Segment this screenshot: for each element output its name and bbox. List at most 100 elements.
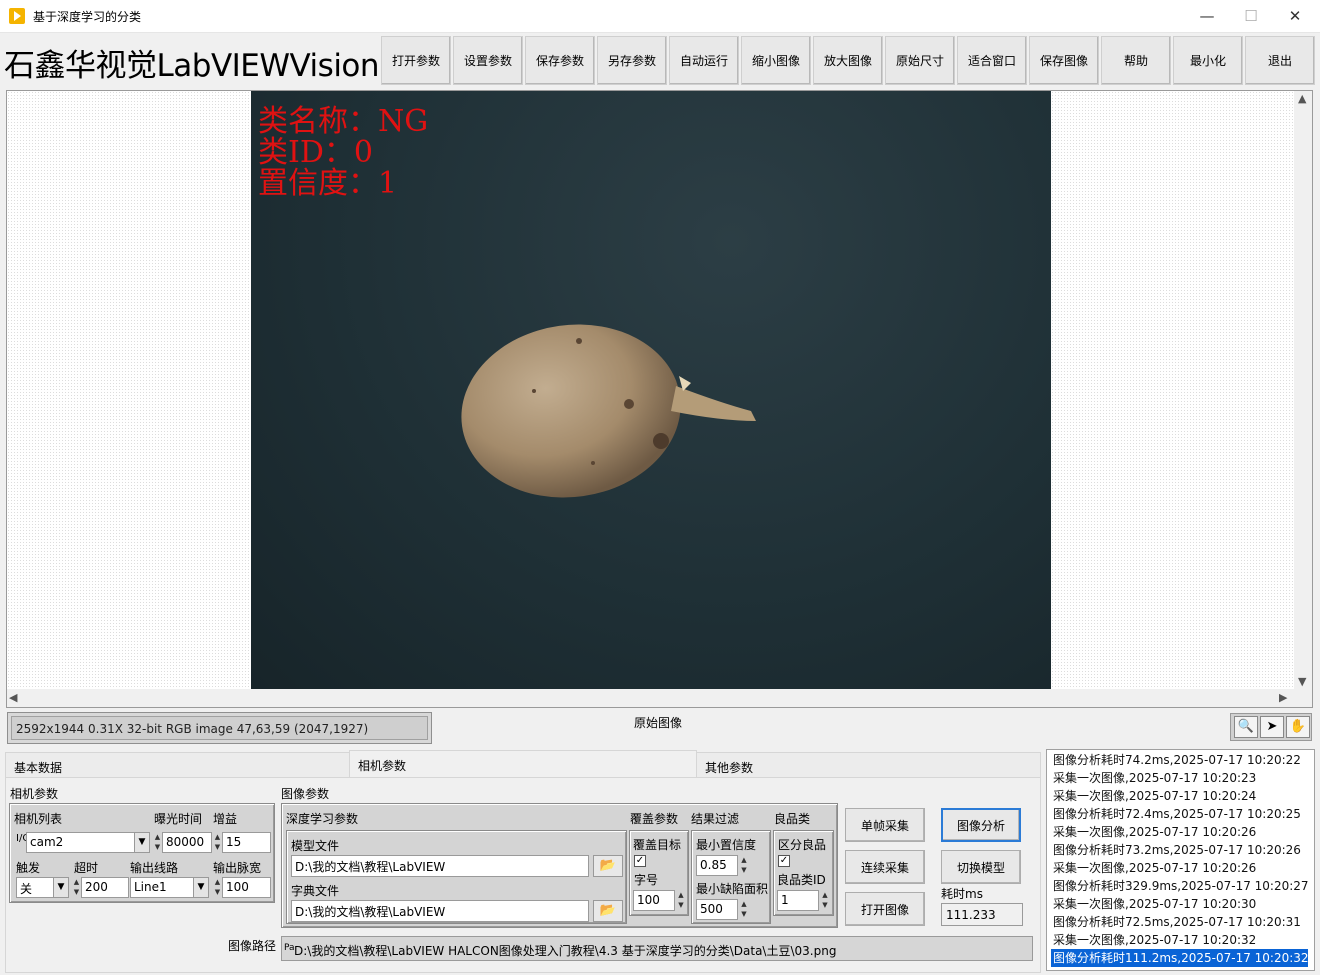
open-image-button[interactable]: 打开图像 (845, 892, 925, 926)
browse-dict-icon[interactable]: 📂 (593, 900, 623, 922)
dict-file-label: 字典文件 (291, 884, 340, 898)
maximize-window-button[interactable]: ☐ (1228, 0, 1274, 33)
scroll-up-icon[interactable]: ▲ (1298, 92, 1306, 105)
log-line[interactable]: 采集一次图像,2025-07-17 10:20:23 (1053, 769, 1308, 787)
exposure-spinner-icon[interactable]: ▲ ▼ (154, 832, 161, 853)
min-defect-area-input[interactable]: 500 (696, 899, 738, 920)
overlay-target-label: 覆盖目标 (633, 838, 682, 852)
log-line[interactable]: 图像分析耗时74.2ms,2025-07-17 10:20:22 (1053, 751, 1308, 769)
good-class-id-input[interactable]: 1 (777, 890, 819, 911)
open-params-button[interactable]: 打开参数 (381, 36, 451, 85)
trigger-select[interactable]: 关 (16, 877, 54, 898)
browse-model-icon[interactable]: 📂 (593, 855, 623, 877)
log-line[interactable]: 图像分析耗时329.9ms,2025-07-17 10:20:27 (1053, 877, 1309, 895)
exit-button[interactable]: 退出 (1245, 36, 1315, 85)
analyze-image-button[interactable]: 图像分析 (941, 808, 1021, 842)
camera-list-select[interactable]: cam2 (26, 832, 136, 853)
font-size-label: 字号 (634, 873, 659, 887)
minimize-button[interactable]: 最小化 (1173, 36, 1243, 85)
log-line[interactable]: 采集一次图像,2025-07-17 10:20:26 (1053, 859, 1308, 877)
pointer-tool-icon[interactable]: ➤ (1260, 716, 1284, 738)
log-listbox[interactable]: 图像分析耗时74.2ms,2025-07-17 10:20:22 采集一次图像,… (1046, 749, 1315, 971)
log-line[interactable]: 图像分析耗时73.2ms,2025-07-17 10:20:26 (1053, 841, 1308, 859)
fit-window-button[interactable]: 适合窗口 (957, 36, 1027, 85)
min-confidence-spinner-icon[interactable]: ▲ ▼ (739, 855, 749, 876)
log-line-selected[interactable]: 图像分析耗时111.2ms,2025-07-17 10:20:32 (1051, 949, 1309, 967)
zoom-in-button[interactable]: 放大图像 (813, 36, 883, 85)
image-info-text: 2592x1944 0.31X 32-bit RGB image 47,63,5… (11, 716, 428, 740)
overlay-confidence: 置信度：1 (258, 166, 398, 201)
gain-label: 增益 (213, 812, 238, 826)
save-params-button[interactable]: 保存参数 (525, 36, 595, 85)
min-defect-area-label: 最小缺陷面积 (696, 882, 769, 896)
gain-spinner-icon[interactable]: ▲ ▼ (214, 832, 221, 853)
tab-camera-params[interactable]: 相机参数 (349, 750, 697, 779)
min-confidence-input[interactable]: 0.85 (696, 855, 738, 876)
log-line[interactable]: 采集一次图像,2025-07-17 10:20:32 (1053, 931, 1308, 949)
log-line[interactable]: 图像分析耗时72.4ms,2025-07-17 10:20:25 (1053, 805, 1308, 823)
min-defect-area-spinner-icon[interactable]: ▲ ▼ (739, 899, 749, 920)
log-line[interactable]: 采集一次图像,2025-07-17 10:20:24 (1053, 787, 1308, 805)
pan-tool-icon[interactable]: ✋ (1286, 716, 1310, 738)
model-file-input[interactable]: D:\我的文档\教程\LabVIEW (291, 855, 589, 877)
close-window-button[interactable]: ✕ (1272, 0, 1318, 33)
min-confidence-label: 最小置信度 (696, 838, 757, 852)
save-params-as-button[interactable]: 另存参数 (597, 36, 667, 85)
output-line-dropdown-icon[interactable]: ▼ (193, 877, 209, 898)
filter-params-panel: 最小置信度 0.85 ▲ ▼ 最小缺陷面积 500 ▲ ▼ (691, 830, 771, 924)
overlay-target-checkbox[interactable]: ✓ (634, 855, 646, 867)
gain-input[interactable]: 15 (222, 832, 271, 853)
good-class-panel: 区分良品 ✓ 良品类ID 1 ▲ ▼ (773, 830, 834, 916)
elapsed-time-value: 111.233 (941, 903, 1023, 926)
zoom-out-button[interactable]: 缩小图像 (741, 36, 811, 85)
good-class-id-spinner-icon[interactable]: ▲ ▼ (820, 890, 830, 911)
log-line[interactable]: 采集一次图像,2025-07-17 10:20:30 (1053, 895, 1308, 913)
continuous-capture-button[interactable]: 连续采集 (845, 850, 925, 884)
dl-params-title: 深度学习参数 (286, 812, 359, 826)
image-path-box[interactable]: Pa D:\我的文档\教程\LabVIEW HALCON图像处理入门教程\4.3… (281, 936, 1033, 961)
timeout-input[interactable]: 200 (81, 877, 129, 898)
title-bar: 基于深度学习的分类 — ☐ ✕ (0, 0, 1320, 33)
horizontal-scrollbar[interactable]: ◀ ▶ (7, 689, 1312, 707)
timeout-spinner-icon[interactable]: ▲ ▼ (73, 877, 80, 898)
trigger-dropdown-icon[interactable]: ▼ (53, 877, 69, 898)
tab-basic-data[interactable]: 基本数据 (5, 752, 350, 778)
path-type-icon: Pa (284, 943, 295, 953)
image-path-value: D:\我的文档\教程\LabVIEW HALCON图像处理入门教程\4.3 基于… (294, 944, 837, 958)
good-class-id-label: 良品类ID (777, 873, 826, 887)
trigger-label: 触发 (16, 861, 41, 875)
log-line[interactable]: 采集一次图像,2025-07-17 10:20:26 (1053, 823, 1308, 841)
image-caption: 原始图像 (634, 716, 683, 730)
timeout-label: 超时 (74, 861, 99, 875)
log-line[interactable]: 图像分析耗时72.5ms,2025-07-17 10:20:31 (1053, 913, 1308, 931)
model-file-label: 模型文件 (291, 839, 340, 853)
switch-model-button[interactable]: 切换模型 (941, 850, 1021, 884)
window-title: 基于深度学习的分类 (33, 10, 142, 24)
help-button[interactable]: 帮助 (1101, 36, 1171, 85)
scroll-left-icon[interactable]: ◀ (9, 691, 17, 704)
distinguish-good-checkbox[interactable]: ✓ (778, 855, 790, 867)
tab-other-params[interactable]: 其他参数 (696, 752, 1041, 778)
camera-image[interactable]: 类名称：NG 类ID：0 置信度：1 (251, 91, 1051, 691)
output-line-select[interactable]: Line1 (130, 877, 194, 898)
exposure-input[interactable]: 80000 (162, 832, 212, 853)
save-image-button[interactable]: 保存图像 (1029, 36, 1099, 85)
font-size-input[interactable]: 100 (633, 890, 675, 911)
camera-list-dropdown-icon[interactable]: ▼ (134, 832, 150, 853)
app-icon (9, 8, 25, 24)
image-params-cluster: 深度学习参数 覆盖参数 结果过滤 良品类 模型文件 D:\我的文档\教程\Lab… (281, 803, 838, 928)
vertical-scrollbar[interactable]: ▲ ▼ (1294, 91, 1312, 689)
exposure-label: 曝光时间 (154, 812, 203, 826)
single-capture-button[interactable]: 单帧采集 (845, 808, 925, 842)
auto-run-button[interactable]: 自动运行 (669, 36, 739, 85)
original-size-button[interactable]: 原始尺寸 (885, 36, 955, 85)
scroll-down-icon[interactable]: ▼ (1298, 675, 1306, 688)
set-params-button[interactable]: 设置参数 (453, 36, 523, 85)
zoom-tool-icon[interactable]: 🔍 (1234, 716, 1258, 738)
scroll-right-icon[interactable]: ▶ (1279, 691, 1287, 704)
dict-file-input[interactable]: D:\我的文档\教程\LabVIEW (291, 900, 589, 922)
pulse-spinner-icon[interactable]: ▲ ▼ (214, 877, 221, 898)
pulse-width-input[interactable]: 100 (222, 877, 271, 898)
font-size-spinner-icon[interactable]: ▲ ▼ (676, 890, 686, 911)
minimize-window-button[interactable]: — (1184, 0, 1230, 33)
